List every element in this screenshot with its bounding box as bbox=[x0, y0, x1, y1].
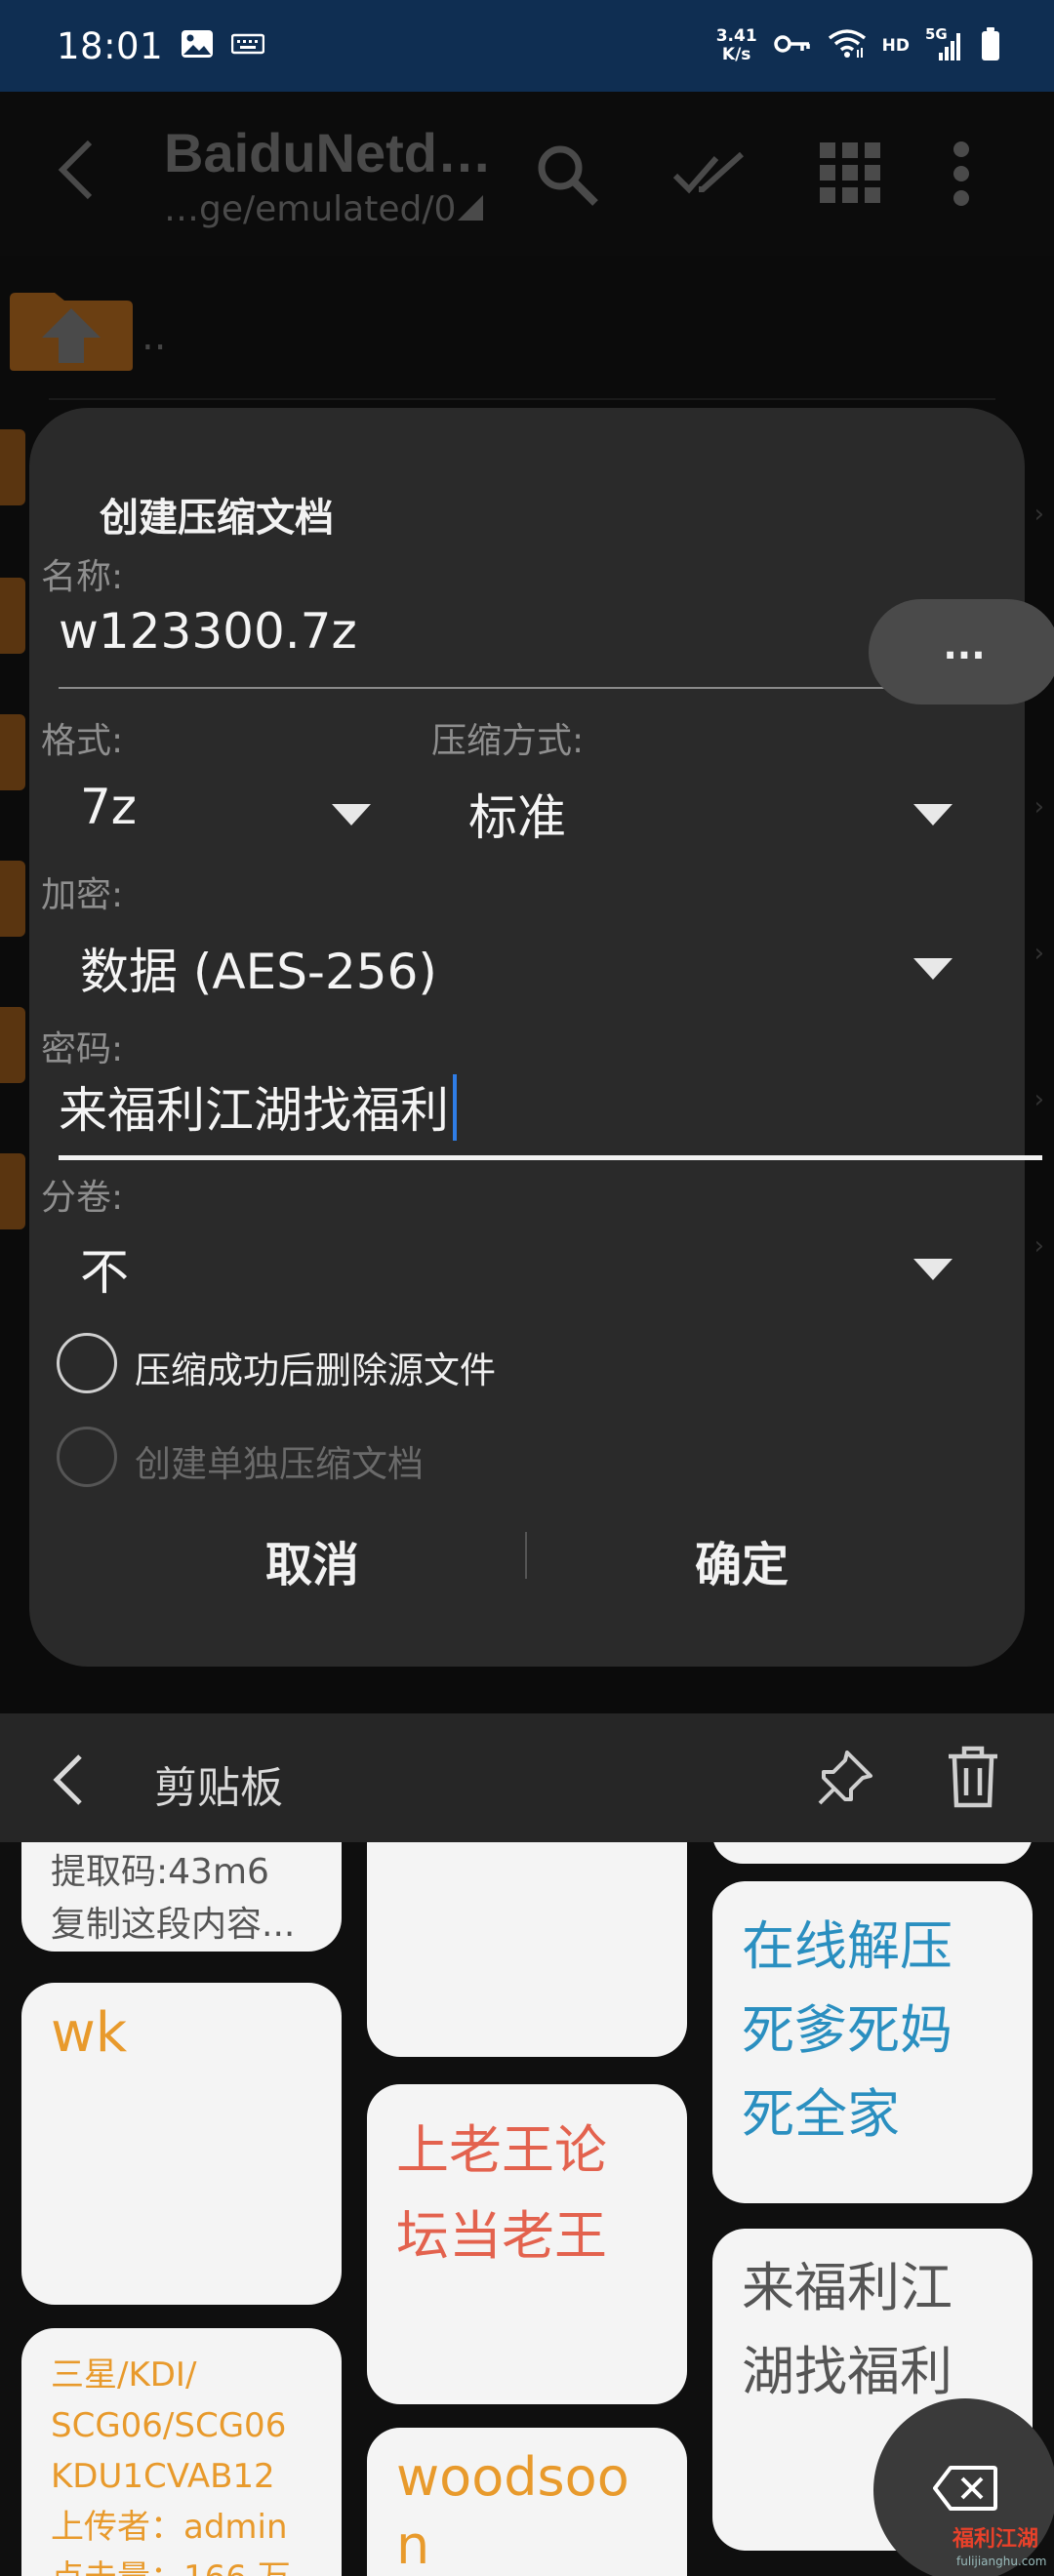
chevron-right-icon: › bbox=[1034, 792, 1044, 822]
search-icon[interactable] bbox=[535, 142, 599, 211]
parent-folder-label[interactable]: .. bbox=[142, 314, 166, 359]
folder-path: …ge/emulated/0 bbox=[164, 189, 457, 229]
clip-item-text: 在线解压 死爹死妈 死全家 bbox=[742, 1915, 953, 2145]
name-underline bbox=[59, 687, 894, 689]
clip-item[interactable]: 上老王论 坛当老王 bbox=[367, 2084, 687, 2404]
chevron-down-icon[interactable] bbox=[913, 958, 953, 980]
chevron-right-icon: › bbox=[1034, 1085, 1044, 1114]
folder-icon bbox=[0, 714, 25, 790]
clip-item-text: woodsoo n bbox=[396, 2446, 629, 2576]
pin-icon[interactable] bbox=[816, 1749, 874, 1811]
folder-up-icon[interactable] bbox=[8, 285, 135, 377]
text-caret bbox=[453, 1074, 457, 1141]
browse-button[interactable]: ... bbox=[869, 599, 1054, 704]
separate-archive-checkbox bbox=[57, 1427, 117, 1487]
net-speed: 3.41 K/s bbox=[716, 27, 757, 64]
archive-name-field[interactable]: w123300.7z bbox=[59, 603, 357, 660]
clip-item[interactable]: woodsoo n bbox=[367, 2428, 687, 2576]
chevron-down-icon[interactable] bbox=[913, 1259, 953, 1280]
name-label: 名称: bbox=[41, 557, 124, 597]
app-bar: BaiduNetd… …ge/emulated/0 bbox=[0, 92, 1054, 256]
clip-item[interactable]: 在线解压 死爹死妈 死全家 bbox=[712, 1881, 1033, 2203]
keyboard-icon bbox=[230, 32, 265, 60]
chevron-down-icon[interactable] bbox=[913, 804, 953, 825]
chevron-right-icon: › bbox=[1034, 939, 1044, 968]
folder-icon bbox=[0, 1007, 25, 1083]
clip-item-text: wk bbox=[51, 2001, 128, 2065]
chevron-down-icon[interactable] bbox=[332, 804, 371, 825]
clip-item-text: 上老王论 坛当老王 bbox=[396, 2119, 607, 2267]
watermark-url: fulijianghu.com bbox=[956, 2555, 1047, 2568]
password-text: 来福利江湖找福利 bbox=[59, 1082, 449, 1139]
path-corner-icon bbox=[456, 193, 485, 226]
vpn-key-icon bbox=[773, 32, 812, 60]
clip-item[interactable] bbox=[712, 1842, 1033, 1864]
folder-icon bbox=[0, 429, 25, 505]
button-divider bbox=[525, 1532, 527, 1579]
folder-title: BaiduNetd… bbox=[164, 122, 492, 183]
clipboard-header: 剪贴板 bbox=[0, 1713, 1054, 1842]
separate-archive-label: 创建单独压缩文档 bbox=[135, 1443, 424, 1485]
method-select[interactable]: 标准 bbox=[468, 779, 566, 849]
watermark-logo: 福利江湖 bbox=[953, 2527, 1039, 2552]
clipboard-title: 剪贴板 bbox=[154, 1763, 283, 1813]
ok-button[interactable]: 确定 bbox=[595, 1526, 888, 1594]
create-archive-dialog: 创建压缩文档 名称: w123300.7z ... 格式: 压缩方式: 7z 标… bbox=[29, 408, 1054, 1667]
status-time: 18:01 bbox=[57, 24, 164, 67]
format-select[interactable]: 7z bbox=[80, 779, 137, 835]
format-label: 格式: bbox=[41, 721, 124, 761]
password-label: 密码: bbox=[41, 1029, 124, 1069]
encrypt-label: 加密: bbox=[41, 875, 124, 915]
method-label: 压缩方式: bbox=[431, 721, 585, 761]
folder-icon bbox=[0, 861, 25, 937]
folder-icon bbox=[0, 1153, 25, 1229]
cancel-button[interactable]: 取消 bbox=[166, 1526, 459, 1594]
chevron-right-icon: › bbox=[1034, 1231, 1044, 1261]
backspace-icon bbox=[933, 2466, 997, 2515]
grid-view-icon[interactable] bbox=[820, 142, 880, 207]
clip-item[interactable]: 三星/KDI/ SCG06/SCG06 KDU1CVAB12 上传者：admin… bbox=[21, 2328, 342, 2576]
back-arrow-icon[interactable] bbox=[57, 139, 96, 205]
folder-icon bbox=[0, 578, 25, 654]
hd-label: HD bbox=[881, 36, 910, 56]
clip-item-text: 来福利江 湖找福利 bbox=[742, 2257, 953, 2402]
clip-item-text: 三星/KDI/ SCG06/SCG06 KDU1CVAB12 上传者：admin… bbox=[51, 2355, 291, 2576]
back-arrow-icon[interactable] bbox=[51, 1752, 86, 1811]
list-divider bbox=[49, 398, 995, 400]
delete-source-label[interactable]: 压缩成功后删除源文件 bbox=[135, 1341, 496, 1393]
more-vert-icon[interactable] bbox=[952, 141, 971, 211]
clip-item-text: 提取码:43m6 复制这段内容... bbox=[51, 1852, 296, 1945]
chevron-right-icon: › bbox=[1034, 500, 1044, 529]
battery-icon bbox=[980, 26, 1001, 65]
signal-icon: 5G bbox=[925, 25, 964, 62]
clip-item[interactable]: 提取码:43m6 复制这段内容... bbox=[21, 1842, 342, 1952]
volume-select[interactable]: 不 bbox=[80, 1233, 129, 1304]
wifi-icon bbox=[828, 28, 867, 63]
clip-item[interactable]: wk bbox=[21, 1983, 342, 2305]
gallery-icon bbox=[181, 29, 214, 62]
clip-item[interactable] bbox=[367, 1842, 687, 2057]
trash-icon[interactable] bbox=[947, 1745, 999, 1813]
status-bar: 18:01 3.41 K/s HD 5G bbox=[0, 0, 1054, 92]
net-speed-unit: K/s bbox=[721, 45, 751, 64]
select-all-icon[interactable] bbox=[672, 151, 748, 199]
password-underline bbox=[59, 1155, 1042, 1160]
volume-label: 分卷: bbox=[41, 1178, 124, 1218]
dialog-title: 创建压缩文档 bbox=[100, 496, 334, 541]
password-field[interactable]: 来福利江湖找福利 bbox=[59, 1071, 457, 1142]
delete-source-checkbox[interactable] bbox=[57, 1333, 117, 1393]
net-speed-value: 3.41 bbox=[715, 26, 757, 46]
encrypt-select[interactable]: 数据 (AES-256) bbox=[80, 933, 437, 1003]
